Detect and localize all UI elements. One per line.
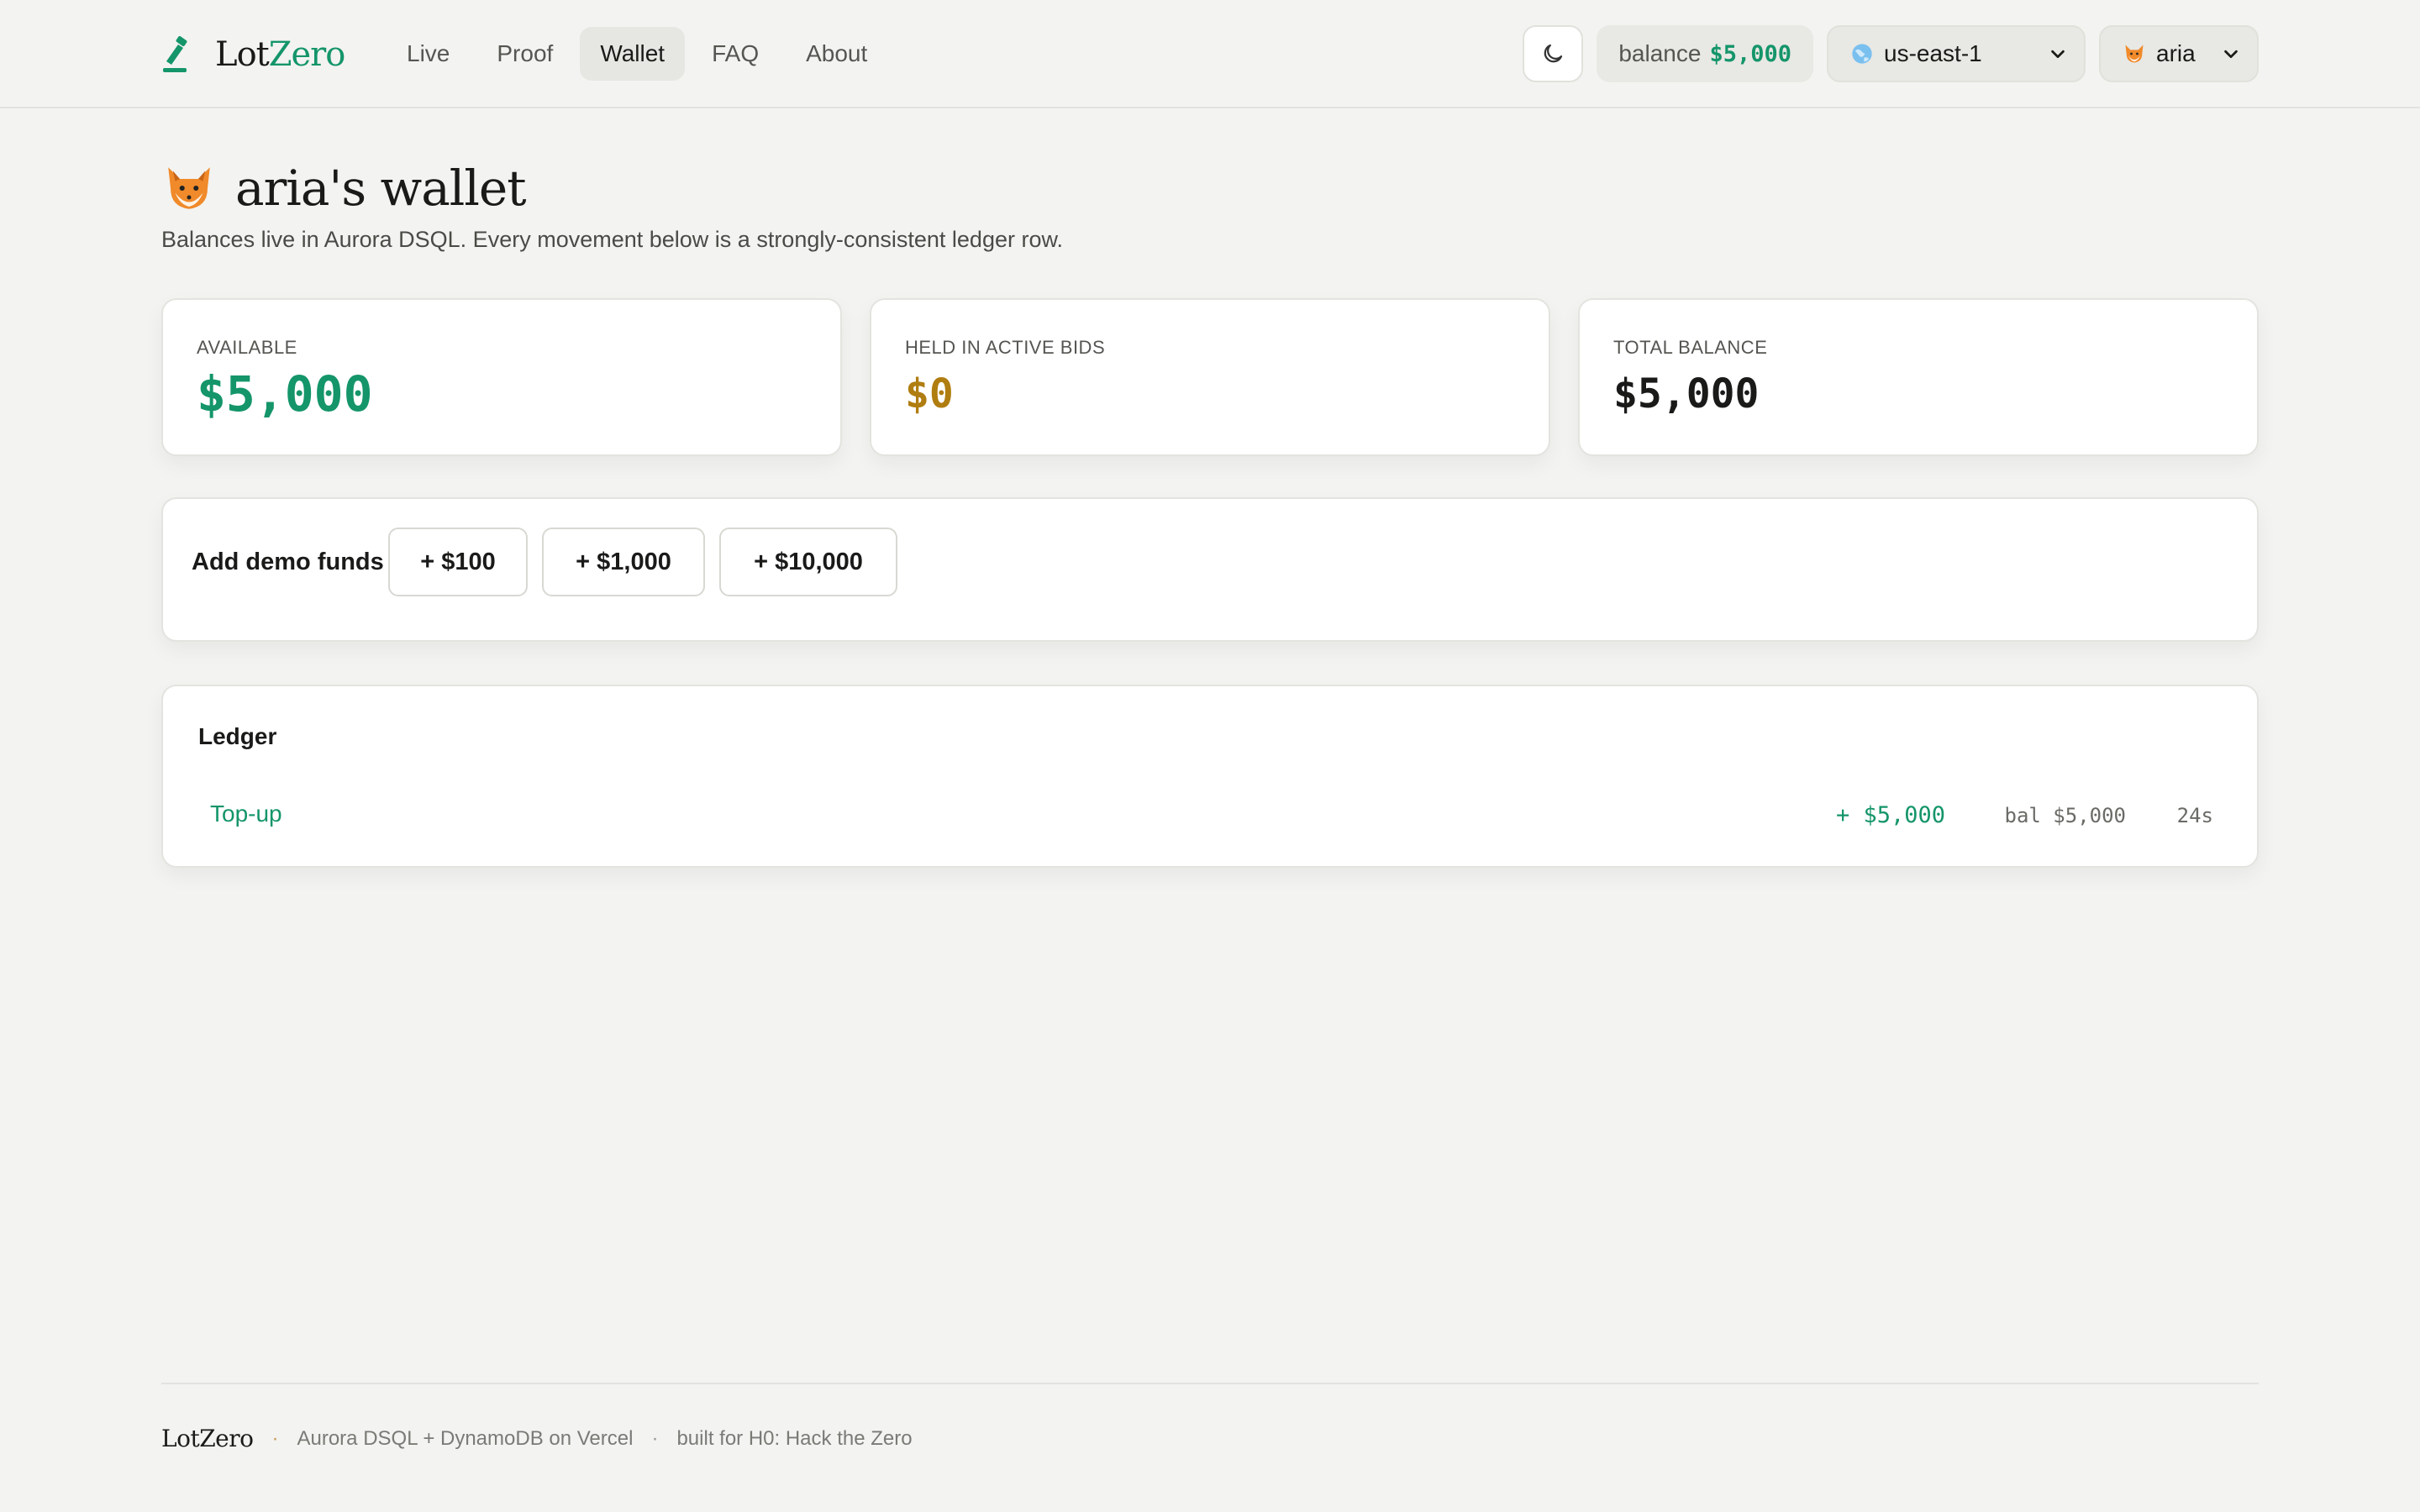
balance-pill: balance $5,000 <box>1597 25 1813 82</box>
brand-name: LotZero <box>215 35 345 74</box>
region-value: us-east-1 <box>1884 40 1982 66</box>
nav-wallet[interactable]: Wallet <box>580 27 686 81</box>
ledger-row-type: Top-up <box>210 801 282 827</box>
nav-faq[interactable]: FAQ <box>692 27 779 81</box>
ledger-title: Ledger <box>198 723 277 749</box>
theme-toggle-button[interactable] <box>1523 25 1584 82</box>
available-card: AVAILABLE $5,000 <box>161 298 842 456</box>
stat-label: TOTAL BALANCE <box>1613 337 1768 358</box>
globe-icon <box>1850 42 1874 66</box>
total-value: $5,000 <box>1613 370 1760 417</box>
chevron-down-icon <box>2051 50 2065 59</box>
balance-label: balance <box>1618 40 1702 66</box>
nav-live[interactable]: Live <box>387 27 470 81</box>
add-1000-button[interactable]: + $1,000 <box>542 528 705 596</box>
gavel-logo-icon <box>163 36 187 72</box>
moon-icon <box>1544 44 1563 63</box>
footer: LotZero · Aurora DSQL + DynamoDB on Verc… <box>161 1383 2259 1452</box>
add-100-button[interactable]: + $100 <box>388 528 528 596</box>
footer-credit: built for H0: Hack the Zero <box>676 1426 913 1450</box>
stat-label: HELD IN ACTIVE BIDS <box>905 337 1106 358</box>
footer-logo: LotZero <box>161 1425 254 1452</box>
logo[interactable]: LotZero <box>161 34 345 76</box>
separator-dot: · <box>651 1426 659 1450</box>
ledger-panel: Ledger Top-up + $5,000 bal $5,000 24s <box>161 685 2259 868</box>
fox-icon <box>161 160 217 216</box>
region-select[interactable]: us-east-1 <box>1827 25 2086 82</box>
stat-label: AVAILABLE <box>197 337 297 358</box>
separator-dot: · <box>271 1426 279 1450</box>
user-value: aria <box>2156 40 2196 66</box>
chevron-down-icon <box>2224 50 2238 59</box>
top-bar: LotZero Live Proof Wallet FAQ About bala… <box>0 0 2420 108</box>
page-title: aria's wallet <box>161 160 527 217</box>
main-nav: Live Proof Wallet FAQ About <box>387 27 887 81</box>
ledger-row: Top-up + $5,000 bal $5,000 24s <box>163 790 2260 841</box>
nav-about[interactable]: About <box>786 27 887 81</box>
user-select[interactable]: aria <box>2099 25 2259 82</box>
page-subtitle: Balances live in Aurora DSQL. Every move… <box>161 227 1063 252</box>
nav-proof[interactable]: Proof <box>476 27 573 81</box>
add-funds-panel: Add demo funds + $100 + $1,000 + $10,000 <box>161 497 2259 642</box>
available-value: $5,000 <box>197 365 373 423</box>
ledger-row-balance: bal $5,000 <box>2004 804 2127 827</box>
balance-value: $5,000 <box>1709 40 1791 67</box>
footer-stack: Aurora DSQL + DynamoDB on Vercel <box>297 1426 634 1450</box>
header-controls: balance $5,000 us-east-1 aria <box>1523 25 2259 82</box>
add-10000-button[interactable]: + $10,000 <box>719 528 897 596</box>
held-card: HELD IN ACTIVE BIDS $0 <box>870 298 1550 456</box>
held-value: $0 <box>905 370 954 417</box>
total-card: TOTAL BALANCE $5,000 <box>1578 298 2259 456</box>
page-title-text: aria's wallet <box>235 160 527 217</box>
fox-icon <box>2123 42 2146 66</box>
ledger-row-age: 24s <box>2176 804 2213 827</box>
add-funds-label: Add demo funds <box>192 548 384 575</box>
ledger-row-amount: + $5,000 <box>1835 802 1945 828</box>
